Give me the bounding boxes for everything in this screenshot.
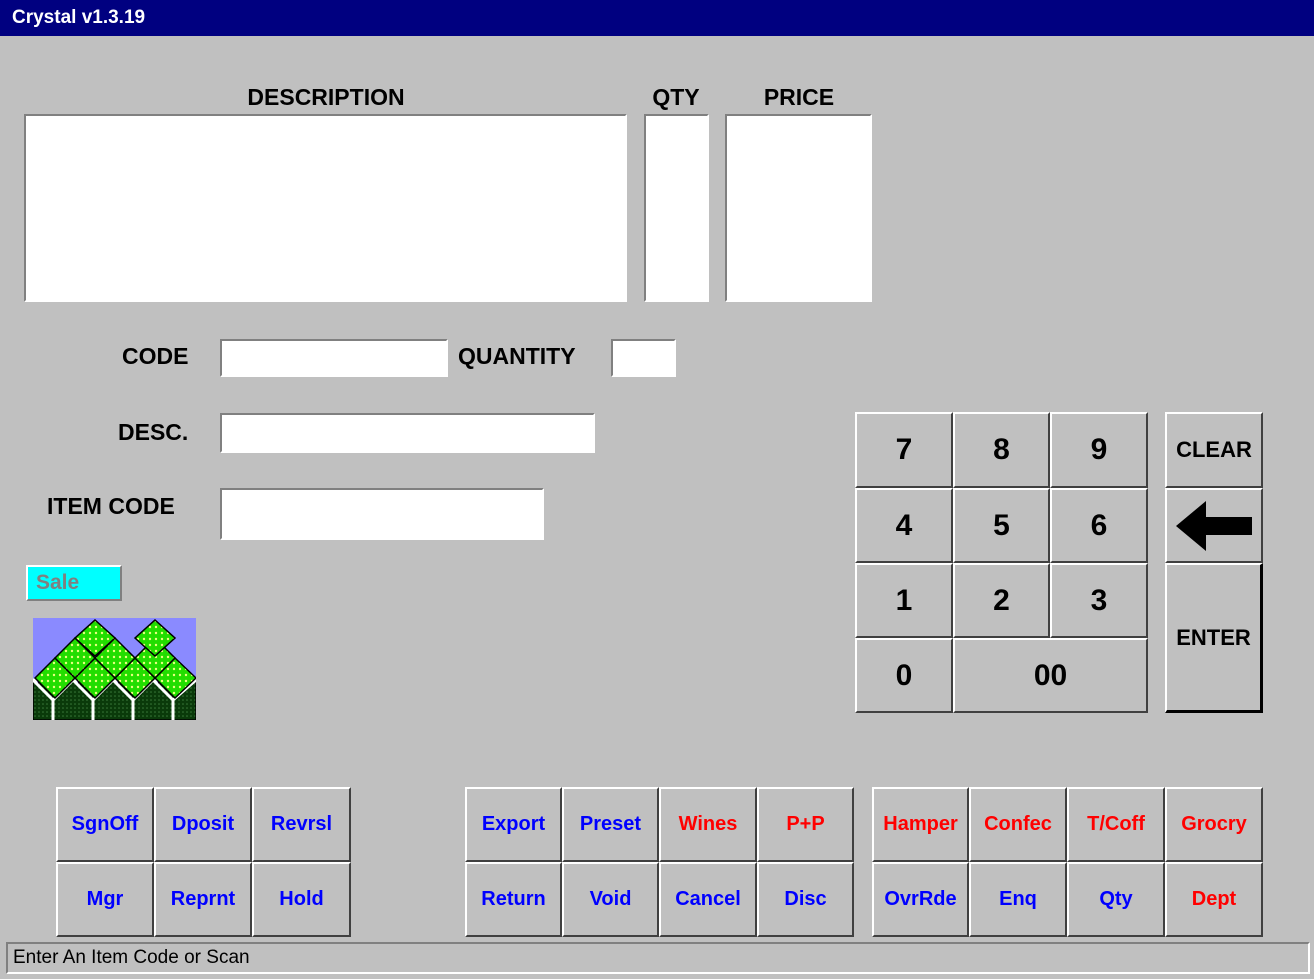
mgr-button[interactable]: Mgr — [56, 862, 154, 937]
dept-button[interactable]: Dept — [1165, 862, 1263, 937]
qty-header: QTY — [652, 84, 700, 110]
code-input[interactable] — [220, 339, 448, 377]
key-2[interactable]: 2 — [953, 563, 1050, 638]
grocry-button[interactable]: Grocry — [1165, 787, 1263, 862]
hamper-button[interactable]: Hamper — [872, 787, 969, 862]
revrsl-button[interactable]: Revrsl — [252, 787, 351, 862]
return-button[interactable]: Return — [465, 862, 562, 937]
key-5[interactable]: 5 — [953, 488, 1050, 563]
key-4[interactable]: 4 — [855, 488, 953, 563]
dposit-button[interactable]: Dposit — [154, 787, 252, 862]
cancel-button[interactable]: Cancel — [659, 862, 757, 937]
ovrrde-button[interactable]: OvrRde — [872, 862, 969, 937]
price-list[interactable] — [725, 114, 872, 302]
backspace-button[interactable] — [1165, 488, 1263, 563]
key-0[interactable]: 0 — [855, 638, 953, 713]
sgnoff-button[interactable]: SgnOff — [56, 787, 154, 862]
arrow-left-icon — [1176, 500, 1252, 551]
price-header: PRICE — [763, 84, 835, 110]
status-bar: Enter An Item Code or Scan — [6, 942, 1310, 974]
quantity-input[interactable] — [611, 339, 676, 377]
clear-button[interactable]: CLEAR — [1165, 412, 1263, 488]
key-00[interactable]: 00 — [953, 638, 1148, 713]
preset-button[interactable]: Preset — [562, 787, 659, 862]
key-1[interactable]: 1 — [855, 563, 953, 638]
key-8[interactable]: 8 — [953, 412, 1050, 488]
enq-button[interactable]: Enq — [969, 862, 1067, 937]
desc-input[interactable] — [220, 413, 595, 453]
enter-button[interactable]: ENTER — [1165, 563, 1263, 713]
confec-button[interactable]: Confec — [969, 787, 1067, 862]
item-code-input[interactable] — [220, 488, 544, 540]
crystal-logo — [29, 618, 201, 721]
wines-button[interactable]: Wines — [659, 787, 757, 862]
qty-list[interactable] — [644, 114, 709, 302]
reprnt-button[interactable]: Reprnt — [154, 862, 252, 937]
window-title: Crystal v1.3.19 — [0, 0, 1314, 36]
item-code-label: ITEM CODE — [47, 493, 175, 519]
void-button[interactable]: Void — [562, 862, 659, 937]
qty-button[interactable]: Qty — [1067, 862, 1165, 937]
tcoff-button[interactable]: T/Coff — [1067, 787, 1165, 862]
quantity-label: QUANTITY — [458, 343, 576, 369]
key-6[interactable]: 6 — [1050, 488, 1148, 563]
description-header: DESCRIPTION — [247, 84, 405, 110]
export-button[interactable]: Export — [465, 787, 562, 862]
key-3[interactable]: 3 — [1050, 563, 1148, 638]
mode-badge: Sale — [26, 565, 122, 601]
p-plus-p-button[interactable]: P+P — [757, 787, 854, 862]
hold-button[interactable]: Hold — [252, 862, 351, 937]
key-7[interactable]: 7 — [855, 412, 953, 488]
description-list[interactable] — [24, 114, 627, 302]
desc-label: DESC. — [118, 419, 189, 445]
key-9[interactable]: 9 — [1050, 412, 1148, 488]
disc-button[interactable]: Disc — [757, 862, 854, 937]
code-label: CODE — [122, 343, 189, 369]
